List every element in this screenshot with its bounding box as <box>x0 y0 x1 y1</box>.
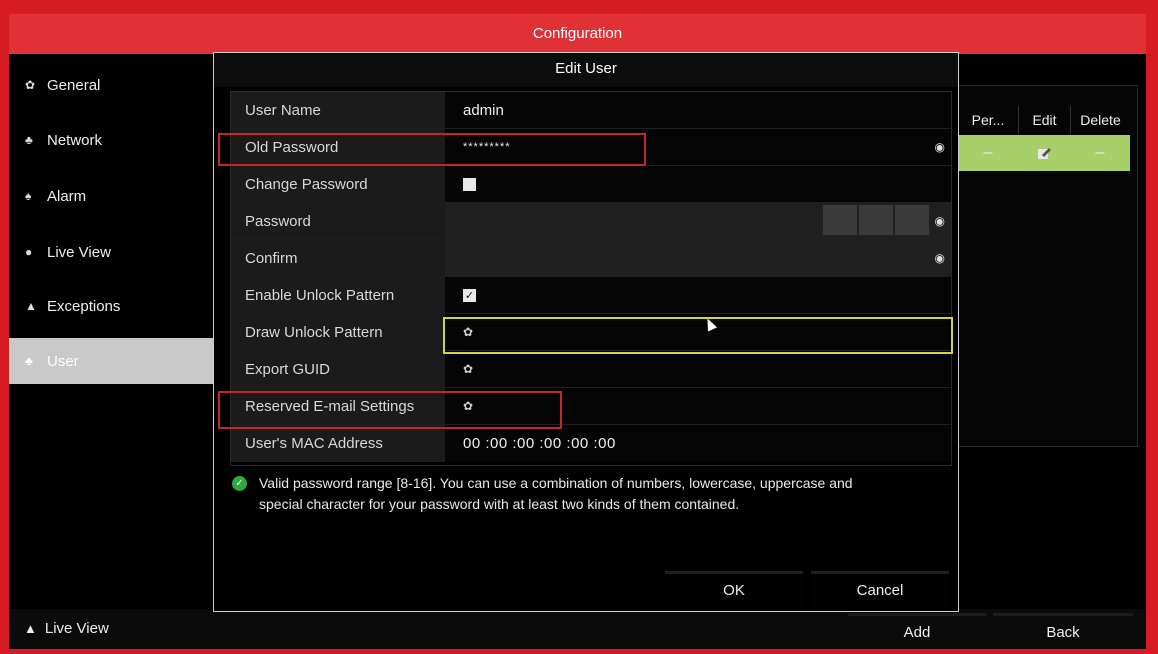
live-view-label: Live View <box>44 620 109 637</box>
password-hint: ✓ Valid password range [8-16]. You can u… <box>232 473 882 515</box>
password-strength-meter <box>823 205 929 235</box>
home-icon: ▲ <box>24 621 37 636</box>
column-header-permission[interactable]: Per... <box>958 106 1018 134</box>
edit-user-dialog: Edit User User Name admin Old Password *… <box>213 52 959 612</box>
strength-segment <box>895 205 929 235</box>
highlight-draw-pattern <box>443 317 953 354</box>
export-guid-row: Export GUID ✿ <box>231 351 951 388</box>
permission-cell: – <box>983 144 993 161</box>
show-password-icon[interactable]: ◉ <box>935 140 945 154</box>
user-table-header: Per... Edit Delete <box>958 106 1130 134</box>
change-password-cell <box>445 166 951 202</box>
sidebar-item-label: Exceptions <box>47 297 121 315</box>
back-button[interactable]: Back <box>993 613 1133 649</box>
strength-segment <box>823 205 857 235</box>
add-button[interactable]: Add <box>848 613 986 649</box>
user-name-row: User Name admin <box>231 92 951 129</box>
change-password-checkbox[interactable] <box>463 177 476 191</box>
enable-unlock-pattern-row: Enable Unlock Pattern ✓ <box>231 277 951 314</box>
change-password-row: Change Password <box>231 166 951 203</box>
user-name-field[interactable]: admin <box>445 92 951 128</box>
highlight-old-password <box>218 133 646 166</box>
gear-icon: ✿ <box>25 78 36 92</box>
dialog-title: Edit User <box>214 53 958 87</box>
export-guid-label: Export GUID <box>231 351 445 387</box>
sidebar-item-exceptions[interactable]: ▲ Exceptions <box>9 283 213 329</box>
strength-segment <box>859 205 893 235</box>
draw-unlock-pattern-label: Draw Unlock Pattern <box>231 314 445 350</box>
sidebar-item-label: Alarm <box>47 187 87 205</box>
show-password-icon[interactable]: ◉ <box>935 214 945 228</box>
enable-unlock-pattern-label: Enable Unlock Pattern <box>231 277 445 313</box>
mac-address-label: User's MAC Address <box>231 425 445 462</box>
enable-unlock-pattern-checkbox[interactable]: ✓ <box>463 288 476 302</box>
ok-button[interactable]: OK <box>665 571 803 607</box>
network-icon: ♣ <box>25 133 33 147</box>
sidebar-item-label: User <box>47 352 79 370</box>
column-header-edit[interactable]: Edit <box>1018 106 1070 134</box>
sidebar: ✿ General ♣ Network ♠ Alarm ● Live View … <box>9 54 213 609</box>
sidebar-item-alarm[interactable]: ♠ Alarm <box>9 173 213 219</box>
sidebar-item-live-view[interactable]: ● Live View <box>9 229 213 275</box>
user-name-label: User Name <box>231 92 445 128</box>
sidebar-item-user[interactable]: ♣ User <box>9 338 213 384</box>
table-row[interactable]: – – <box>958 135 1130 171</box>
password-hint-text: Valid password range [8-16]. You can use… <box>259 475 853 512</box>
warning-icon: ▲ <box>25 299 37 313</box>
sidebar-item-label: General <box>47 76 101 94</box>
edit-icon[interactable] <box>1018 135 1070 171</box>
alarm-icon: ♠ <box>25 189 32 203</box>
password-field[interactable]: ◉ <box>445 203 951 239</box>
mac-address-row: User's MAC Address 00 :00 :00 :00 :00 :0… <box>231 425 951 462</box>
confirm-field[interactable]: ◉ <box>445 240 951 276</box>
sidebar-item-network[interactable]: ♣ Network <box>9 117 213 163</box>
change-password-label: Change Password <box>231 166 445 202</box>
export-guid-cell: ✿ <box>445 351 951 387</box>
confirm-row: Confirm ◉ <box>231 240 951 277</box>
user-icon: ♣ <box>25 354 33 368</box>
cancel-button[interactable]: Cancel <box>811 571 949 607</box>
gear-icon[interactable]: ✿ <box>463 362 473 376</box>
confirm-label: Confirm <box>231 240 445 276</box>
eye-icon: ● <box>25 245 33 259</box>
check-circle-icon: ✓ <box>232 476 247 491</box>
sidebar-item-general[interactable]: ✿ General <box>9 62 213 108</box>
enable-unlock-pattern-cell: ✓ <box>445 277 951 313</box>
delete-cell[interactable]: – <box>1070 135 1130 171</box>
highlight-reserved-email <box>218 391 562 429</box>
show-confirm-icon[interactable]: ◉ <box>935 251 945 265</box>
mac-address-field[interactable]: 00 :00 :00 :00 :00 :00 <box>445 425 951 462</box>
password-label: Password <box>231 203 445 239</box>
password-row: Password ◉ <box>231 203 951 240</box>
live-view-link[interactable]: ▲ Live View <box>24 620 109 637</box>
sidebar-item-label: Live View <box>47 243 111 261</box>
window-title: Configuration <box>9 14 1146 54</box>
sidebar-item-label: Network <box>47 131 103 149</box>
column-header-delete[interactable]: Delete <box>1070 106 1130 134</box>
